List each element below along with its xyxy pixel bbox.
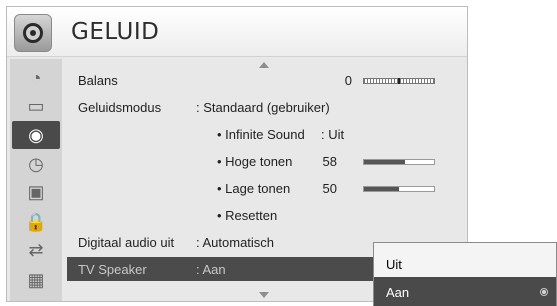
sound-icon[interactable]: ◉: [12, 121, 60, 149]
reset-row[interactable]: • Resetten: [67, 203, 463, 227]
menu-header: GELUID: [7, 7, 467, 57]
balance-value: 0: [344, 73, 352, 88]
balance-slider[interactable]: [363, 78, 435, 84]
option-uit[interactable]: Uit: [374, 249, 556, 279]
balance-row[interactable]: Balans 0: [67, 68, 463, 92]
cable-icon[interactable]: ⇄: [18, 237, 54, 263]
photo-icon[interactable]: ▦: [18, 267, 54, 293]
treble-slider[interactable]: [363, 159, 435, 165]
infinite-sound-row[interactable]: • Infinite Sound : Uit: [67, 122, 463, 146]
treble-row[interactable]: • Hoge tonen 58: [67, 149, 463, 173]
radio-selected-icon: [540, 288, 548, 296]
sound-mode-row[interactable]: Geluidsmodus : Standaard (gebruiker): [67, 95, 463, 119]
monitor-icon[interactable]: ▭: [18, 93, 54, 119]
option-aan[interactable]: Aan: [374, 277, 556, 306]
scroll-down-icon[interactable]: [259, 292, 269, 298]
bass-row[interactable]: • Lage tonen 50: [67, 176, 463, 200]
lock-icon[interactable]: 🔒: [18, 209, 54, 235]
page-title: GELUID: [71, 19, 160, 45]
briefcase-icon[interactable]: ▣: [18, 179, 54, 205]
picture-icon[interactable]: ◔: [18, 65, 54, 91]
bass-slider[interactable]: [363, 186, 435, 192]
clock-icon[interactable]: ◷: [18, 151, 54, 177]
sidebar: ◔ ▭ ◉ ◷ ▣ 🔒 ⇄ ▦: [10, 59, 62, 301]
tv-speaker-options-popup: Uit Aan: [373, 242, 557, 306]
speaker-icon: [14, 14, 52, 52]
